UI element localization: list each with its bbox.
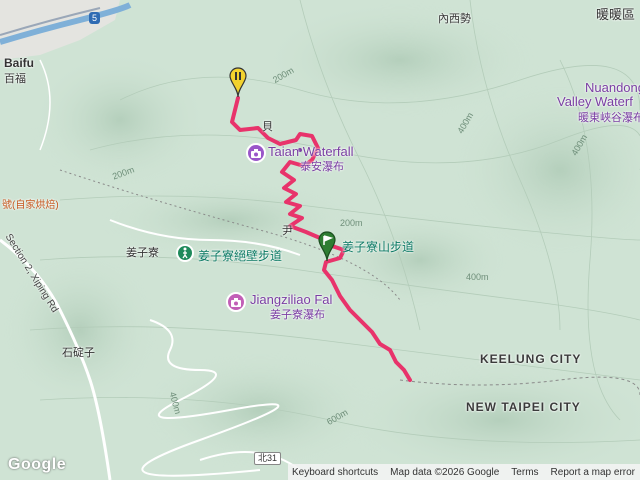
terms-link[interactable]: Terms — [511, 467, 538, 478]
nuannuan-district-label: 暖暖區 — [596, 7, 636, 22]
nuandong-label-zh[interactable]: 暖東峽谷瀑布 — [578, 109, 640, 125]
baifu-label-en: Baifu — [4, 56, 34, 70]
baifu-label-zh: 百福 — [4, 73, 26, 85]
nuandong-label-1[interactable]: Nuandong — [585, 80, 640, 95]
map-data-attribution: Map data ©2026 Google — [390, 466, 500, 478]
fragment-label-2: 尹 — [282, 225, 293, 237]
jiangziliao-mountain-trail-label[interactable]: 姜子寮山步道 — [342, 238, 414, 255]
restaurant-label[interactable]: 號(自家烘焙) — [2, 196, 59, 211]
trailhead-hiker-icon[interactable] — [176, 244, 194, 262]
jiangziliao-falls-camera-icon[interactable] — [226, 292, 246, 312]
end-marker-pin-icon[interactable] — [229, 67, 247, 99]
nuandong-label-2[interactable]: Valley Waterf — [557, 94, 633, 109]
keelung-city-label: KEELUNG CITY — [480, 352, 582, 366]
taian-waterfall-camera-icon[interactable] — [246, 143, 266, 163]
shidingzi-label: 石碇子 — [62, 347, 95, 359]
google-logo: Google — [8, 456, 67, 473]
jiangziliao-village-label: 姜子寮 — [126, 247, 159, 259]
map-footer: Keyboard shortcuts Map data ©2026 Google… — [288, 464, 640, 480]
taian-waterfall-label-zh[interactable]: 泰安瀑布 — [300, 158, 344, 174]
keyboard-shortcuts-link[interactable]: Keyboard shortcuts — [292, 467, 378, 478]
new-taipei-city-label: NEW TAIPEI CITY — [466, 400, 581, 414]
road-bei31-shield: 北31 — [254, 452, 282, 465]
jiangziliao-cliff-trail-label[interactable]: 姜子寮絕壁步道 — [198, 247, 282, 264]
highway-5-shield: 5 — [89, 12, 101, 24]
neixishi-label: 內西勢 — [438, 13, 471, 25]
contour-label: 200m — [340, 218, 363, 228]
contour-label: 400m — [466, 272, 489, 282]
jiangziliao-falls-label-en[interactable]: Jiangziliao Fal — [250, 292, 332, 307]
taian-waterfall-label-en[interactable]: Taian Waterfall — [268, 144, 354, 159]
fragment-label-1: 貝 — [262, 121, 273, 133]
jiangziliao-falls-label-zh[interactable]: 姜子寮瀑布 — [270, 306, 325, 322]
report-map-error-link[interactable]: Report a map error — [551, 467, 635, 478]
start-marker-pin-icon[interactable] — [318, 231, 336, 263]
